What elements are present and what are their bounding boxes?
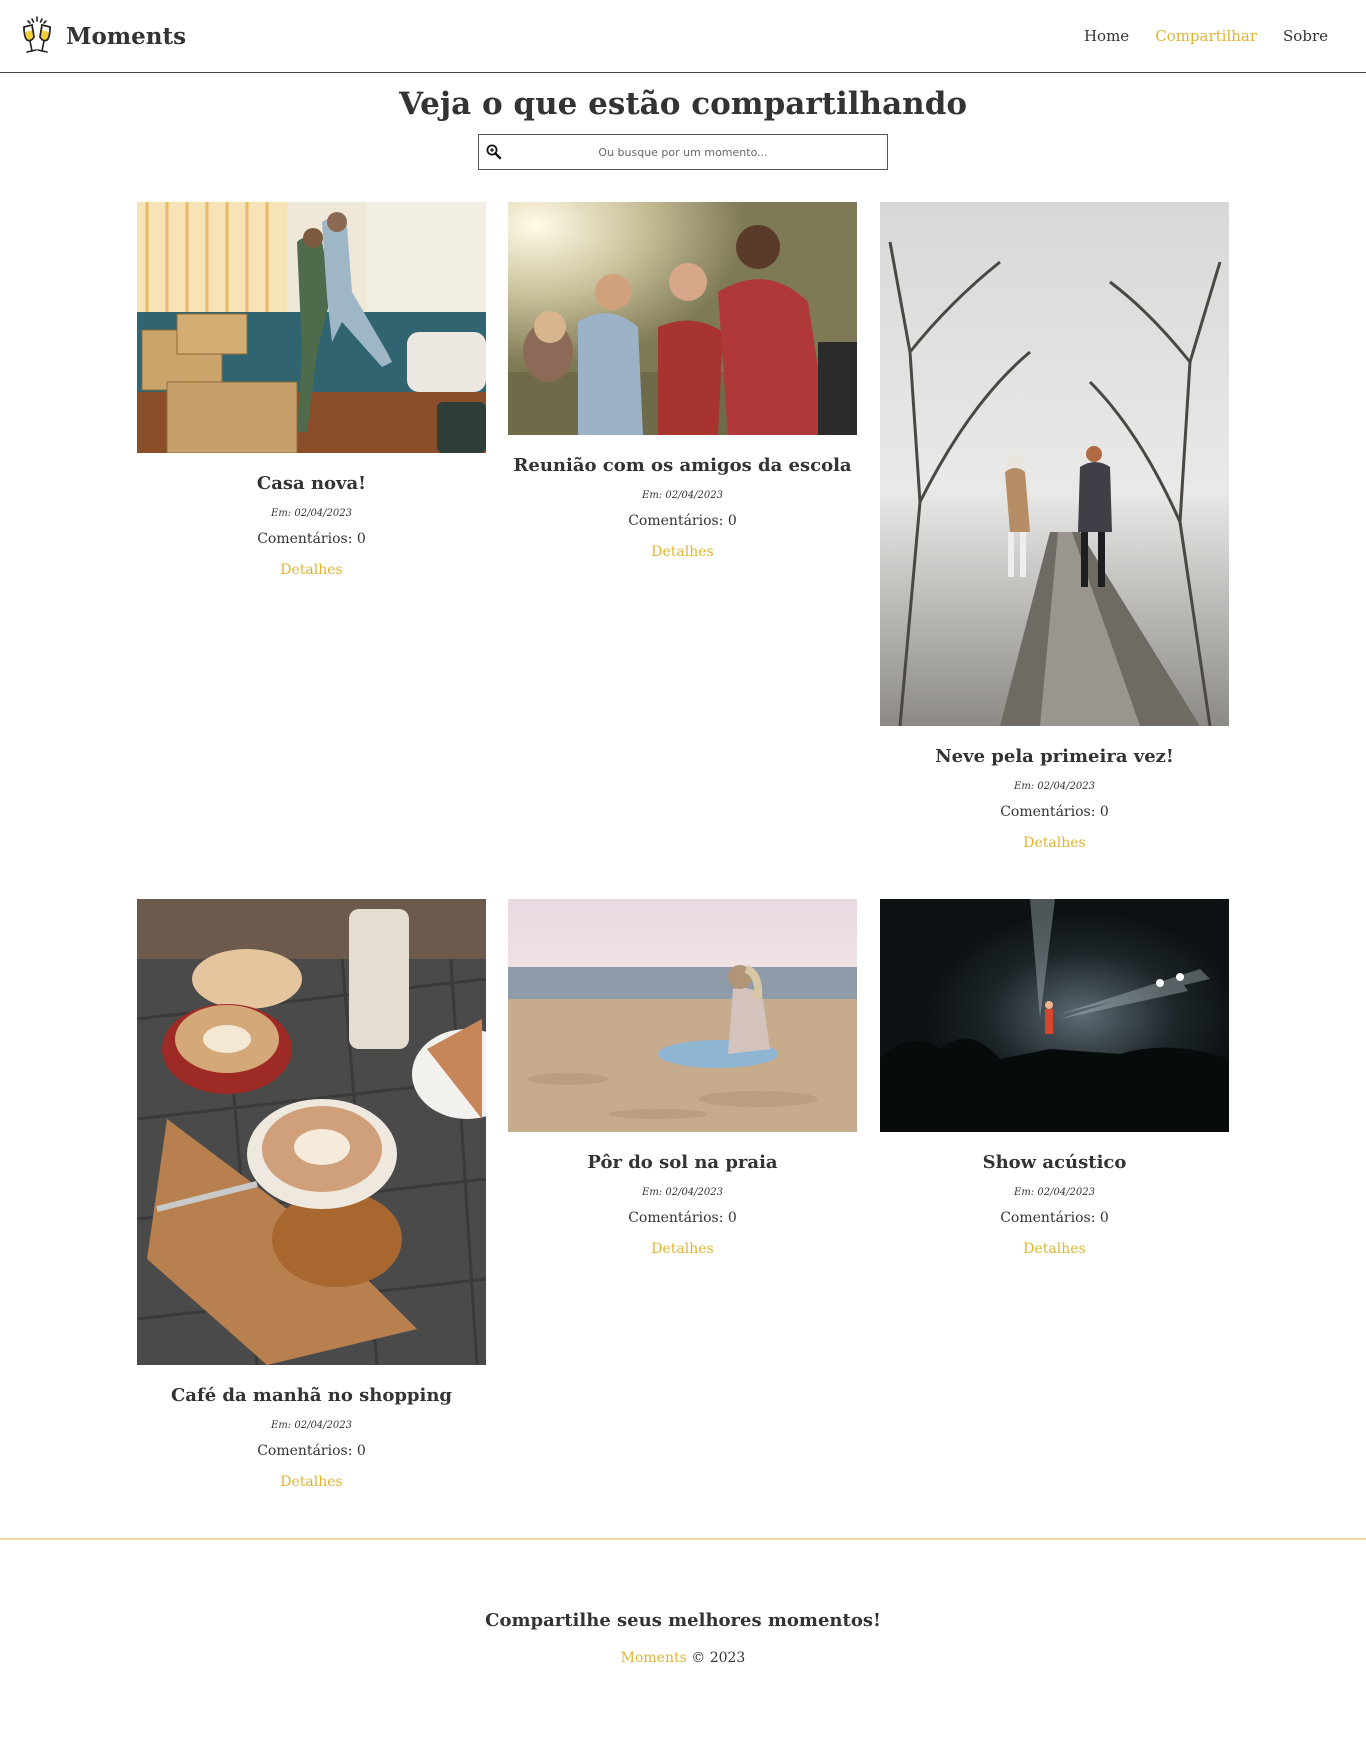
moment-card: Neve pela primeira vez! Em: 02/04/2023 C… [880, 202, 1229, 851]
moment-date: Em: 02/04/2023 [1014, 1187, 1095, 1198]
moment-comments: Comentários: 0 [257, 531, 366, 547]
moment-image-coffee[interactable] [137, 899, 486, 1365]
moment-image-beach-sunset[interactable] [508, 899, 857, 1132]
nav-link-sobre[interactable]: Sobre [1283, 27, 1328, 45]
moment-image-new-home[interactable] [137, 202, 486, 453]
moment-image-acoustic-show[interactable] [880, 899, 1229, 1132]
page-title: Veja o que estão compartilhando [398, 86, 968, 122]
details-link[interactable]: Detalhes [1023, 835, 1085, 851]
moment-title: Café da manhã no shopping [170, 1385, 453, 1406]
footer-slogan: Compartilhe seus melhores momentos! [485, 1610, 881, 1631]
nav-link-compartilhar[interactable]: Compartilhar [1155, 27, 1257, 45]
details-link[interactable]: Detalhes [651, 544, 713, 560]
details-link[interactable]: Detalhes [1023, 1241, 1085, 1257]
details-link[interactable]: Detalhes [280, 1474, 342, 1490]
moment-comments: Comentários: 0 [257, 1443, 366, 1459]
nav-links: Home Compartilhar Sobre [1084, 27, 1328, 45]
champagne-toast-icon [23, 16, 51, 53]
moment-comments: Comentários: 0 [628, 513, 737, 529]
moment-date: Em: 02/04/2023 [271, 508, 352, 519]
navbar: Moments Home Compartilhar Sobre [0, 0, 1366, 73]
moment-date: Em: 02/04/2023 [271, 1420, 352, 1431]
footer-copyright: Moments © 2023 [0, 1650, 1366, 1666]
moment-image-friends-reunion[interactable] [508, 202, 857, 435]
moment-image-snow[interactable] [880, 202, 1229, 726]
moment-title: Casa nova! [256, 473, 367, 494]
brand-name: Moments [66, 22, 187, 50]
moment-comments: Comentários: 0 [628, 1210, 737, 1226]
moment-date: Em: 02/04/2023 [642, 1187, 723, 1198]
moment-card: Reunião com os amigos da escola Em: 02/0… [508, 202, 857, 560]
moment-date: Em: 02/04/2023 [1014, 781, 1095, 792]
nav-link-home[interactable]: Home [1084, 27, 1129, 45]
moment-comments: Comentários: 0 [1000, 1210, 1109, 1226]
copyright-text: © 2023 [691, 1650, 746, 1666]
details-link[interactable]: Detalhes [280, 562, 342, 578]
search-box [478, 134, 888, 170]
moment-comments: Comentários: 0 [1000, 804, 1109, 820]
moment-date: Em: 02/04/2023 [642, 490, 723, 501]
moment-title: Reunião com os amigos da escola [513, 455, 852, 476]
moment-card: Pôr do sol na praia Em: 02/04/2023 Comen… [508, 899, 857, 1257]
footer-brand: Moments [620, 1650, 687, 1666]
moment-title: Neve pela primeira vez! [935, 746, 1174, 767]
moment-card: Café da manhã no shopping Em: 02/04/2023… [137, 899, 486, 1490]
search-input[interactable] [479, 135, 887, 169]
moment-title: Show acústico [982, 1152, 1127, 1173]
brand[interactable]: Moments [18, 15, 186, 57]
moment-card: Casa nova! Em: 02/04/2023 Comentários: 0… [137, 202, 486, 578]
moment-card: Show acústico Em: 02/04/2023 Comentários… [880, 899, 1229, 1257]
moment-title: Pôr do sol na praia [587, 1152, 778, 1173]
details-link[interactable]: Detalhes [651, 1241, 713, 1257]
search-icon [486, 144, 502, 160]
footer-divider [0, 1538, 1366, 1540]
